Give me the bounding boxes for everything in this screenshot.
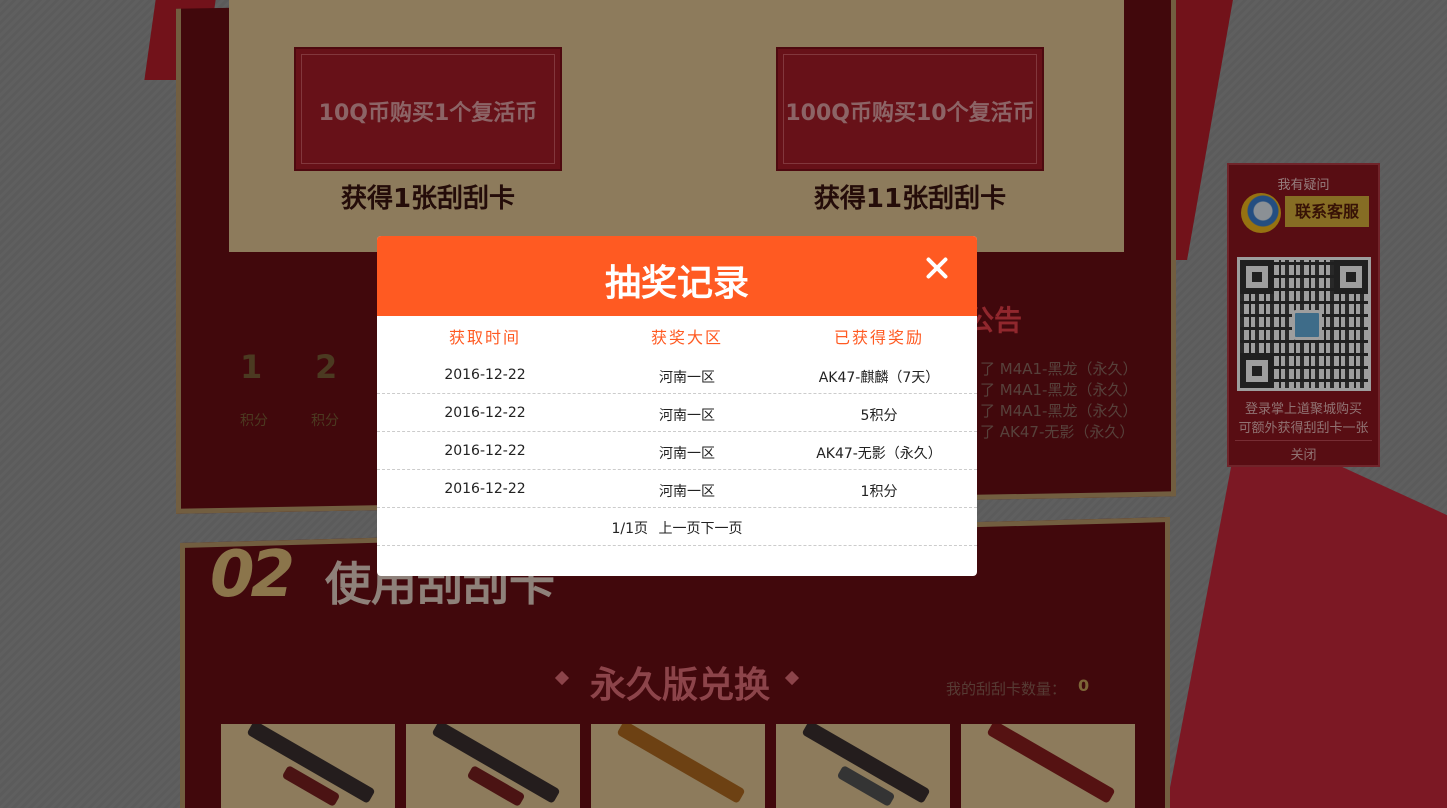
- cell-reward: 1积分: [860, 484, 898, 500]
- pagination: 1/1页 上一页下一页: [377, 508, 977, 546]
- cell-reward: AK47-麒麟（7天）: [818, 370, 940, 386]
- table-header: 获取时间 获奖大区 已获得奖励: [377, 316, 977, 354]
- lottery-record-modal: 抽奖记录 获取时间 获奖大区 已获得奖励 2016-12-22 河南一区 AK4…: [377, 236, 977, 576]
- cell-reward: 5积分: [860, 408, 898, 424]
- column-header: 获奖大区: [650, 328, 723, 347]
- cell-time: 2016-12-22: [444, 481, 526, 497]
- cell-time: 2016-12-22: [444, 405, 526, 421]
- table-row: 2016-12-22 河南一区 AK47-无影（永久）: [377, 432, 977, 470]
- modal-title: 抽奖记录: [604, 263, 749, 304]
- cell-region: 河南一区: [659, 370, 715, 386]
- prev-page-link[interactable]: 上一页: [658, 521, 700, 537]
- page-info: 1/1页: [611, 521, 649, 537]
- cell-time: 2016-12-22: [444, 443, 526, 459]
- table-row: 2016-12-22 河南一区 AK47-麒麟（7天）: [377, 356, 977, 394]
- modal-header: 抽奖记录: [377, 236, 977, 316]
- cell-region: 河南一区: [659, 408, 715, 424]
- table-row: 2016-12-22 河南一区 1积分: [377, 470, 977, 508]
- cell-region: 河南一区: [659, 446, 715, 462]
- cell-region: 河南一区: [659, 484, 715, 500]
- close-icon[interactable]: [923, 251, 951, 285]
- column-header: 获取时间: [448, 328, 521, 347]
- cell-time: 2016-12-22: [444, 367, 526, 383]
- next-page-link[interactable]: 下一页: [700, 521, 742, 537]
- cell-reward: AK47-无影（永久）: [816, 446, 942, 462]
- column-header: 已获得奖励: [833, 328, 924, 347]
- table-row: 2016-12-22 河南一区 5积分: [377, 394, 977, 432]
